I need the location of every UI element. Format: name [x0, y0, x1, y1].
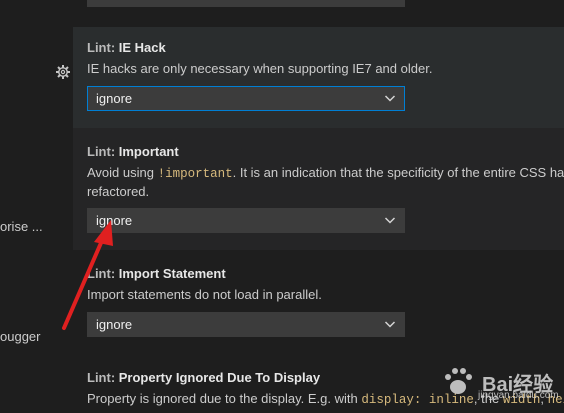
settings-list: Lint: IE Hack IE hacks are only necessar…: [56, 0, 564, 413]
setting-title: Lint: IE Hack: [87, 40, 166, 55]
setting-import-statement[interactable]: Lint: Import Statement Import statements…: [73, 250, 564, 358]
watermark-url: jingyan.baidu.com: [478, 390, 559, 401]
setting-important[interactable]: Lint: Important Avoid using !important. …: [73, 128, 564, 250]
dropdown-value: ignore: [96, 317, 133, 332]
setting-description: Import statements do not load in paralle…: [87, 287, 322, 302]
gear-icon[interactable]: [55, 64, 71, 80]
ie-hack-dropdown[interactable]: ignore: [87, 86, 405, 111]
setting-title: Lint: Import Statement: [87, 266, 226, 281]
dropdown-value: ignore: [96, 213, 133, 228]
sidebar-item[interactable]: orise ...: [0, 219, 43, 234]
import-statement-dropdown[interactable]: ignore: [87, 312, 405, 337]
important-dropdown[interactable]: ignore: [87, 208, 405, 233]
chevron-down-icon: [384, 95, 396, 102]
chevron-down-icon: [384, 321, 396, 328]
settings-sidebar: orise ... ougger: [0, 0, 73, 413]
setting-title: Lint: Property Ignored Due To Display: [87, 370, 321, 385]
setting-ie-hack[interactable]: Lint: IE Hack IE hacks are only necessar…: [56, 27, 564, 128]
setting-description: Avoid using !important. It is an indicat…: [87, 165, 564, 199]
sidebar-item[interactable]: ougger: [0, 329, 40, 344]
chevron-down-icon: [384, 217, 396, 224]
setting-description: IE hacks are only necessary when support…: [87, 61, 433, 76]
setting-title: Lint: Important: [87, 144, 179, 159]
dropdown-value: ignore: [96, 91, 133, 106]
